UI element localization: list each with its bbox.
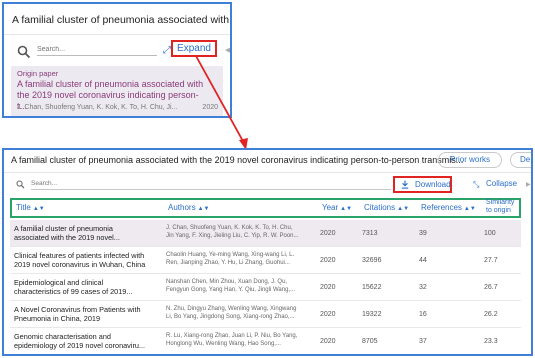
table-row[interactable]: A familial cluster of pneumonia associate… [10,220,521,247]
origin-paper-card[interactable]: Origin paper A familial cluster of pneum… [11,66,223,116]
collapsed-panel-title: A familial cluster of pneumonia associat… [12,14,232,26]
table-row[interactable]: Epidemiological and clinical characterist… [10,274,521,301]
download-label: Download [415,180,451,189]
column-similarity-label-2: to origin [486,207,511,214]
column-similarity-label: Similarity [486,199,515,206]
row-authors: Chaolin Huang, Ye-ming Wang, Xing-wang L… [166,252,295,266]
expanded-graph-panel: A familial cluster of pneumonia associat… [2,148,533,356]
row-year: 2020 [320,311,336,318]
row-title[interactable]: Clinical features of patients infected w… [14,251,145,269]
expanded-panel-title: A familial cluster of pneumonia associat… [11,155,464,165]
column-authors-label: Authors [168,203,196,212]
derivative-works-button[interactable]: De [510,152,531,168]
column-citations-label: Citations [364,203,396,212]
column-header-title[interactable]: Title ▲▼ [16,200,45,217]
divider [4,34,230,35]
column-title-label: Title [16,203,31,212]
sort-icon: ▲▼ [197,206,210,212]
column-references-label: References [421,203,462,212]
search-icon [16,180,25,189]
sort-icon: ▲▼ [340,206,353,212]
row-references: 39 [419,230,427,237]
table-row[interactable]: A Novel Coronavirus from Patients with Pn… [10,301,521,328]
row-citations: 7313 [362,230,378,237]
row-year: 2020 [320,257,336,264]
origin-paper-year: 2020 [202,104,218,111]
column-header-references[interactable]: References ▲▼ [421,200,476,217]
row-citations: 8705 [362,338,378,345]
download-button[interactable]: Download [393,176,452,193]
row-title[interactable]: A Novel Coronavirus from Patients with Pn… [14,305,141,323]
collapsed-graph-panel: A familial cluster of pneumonia associat… [2,2,232,118]
row-authors: J. Chan, Shuofeng Yuan, K. Kok, K. To, H… [166,225,299,239]
sort-icon: ▲▼ [397,206,410,212]
row-year: 2020 [320,284,336,291]
row-references: 37 [419,338,427,345]
expand-arrows-icon[interactable]: ⤢ [163,45,171,56]
table-search-input[interactable] [31,178,391,190]
prior-works-button[interactable]: Prior works [438,152,502,168]
row-title[interactable]: Genomic characterisation and epidemiology… [14,332,145,350]
row-references: 44 [419,257,427,264]
download-icon [401,180,409,189]
row-similarity: 27.7 [484,257,498,264]
row-similarity: 100 [484,230,496,237]
row-authors: N. Zhu, Dingyu Zhang, Wenling Wang, Xing… [166,306,297,320]
row-authors: R. Lu, Xiang-rong Zhao, Juan Li, P. Niu,… [166,333,298,347]
column-year-label: Year [322,203,339,212]
scroll-arrow-icon[interactable]: ◀ [225,46,230,54]
table-row[interactable]: Clinical features of patients infected w… [10,247,521,274]
row-references: 32 [419,284,427,291]
search-input[interactable] [37,43,157,56]
row-year: 2020 [320,338,336,345]
divider [4,172,531,173]
collapse-arrows-icon[interactable]: ⤡ [473,180,479,190]
scroll-arrow-icon[interactable]: ▶ [526,181,531,188]
table-row[interactable]: Genomic characterisation and epidemiology… [10,328,521,354]
origin-paper-authors: J. Chan, Shuofeng Yuan, K. Kok, K. To, H… [17,104,178,111]
row-citations: 19322 [362,311,382,318]
search-icon [17,45,31,59]
row-similarity: 23.3 [484,338,498,345]
column-header-year[interactable]: Year ▲▼ [322,200,352,217]
row-citations: 32696 [362,257,382,264]
row-title[interactable]: A familial cluster of pneumonia associate… [14,224,120,242]
sort-icon: ▲▼ [463,206,476,212]
row-year: 2020 [320,230,336,237]
origin-paper-label: Origin paper [17,69,59,78]
row-similarity: 26.2 [484,311,498,318]
row-similarity: 26.7 [484,284,498,291]
column-header-similarity[interactable]: Similarity to origin [486,199,514,215]
row-authors: Nanshan Chen, Min Zhou, Xuan Dong, J. Qu… [166,279,296,293]
row-citations: 15622 [362,284,382,291]
row-references: 16 [419,311,427,318]
papers-table: A familial cluster of pneumonia associate… [10,220,521,354]
column-header-citations[interactable]: Citations ▲▼ [364,200,409,217]
column-header-authors[interactable]: Authors ▲▼ [168,200,209,217]
sort-icon: ▲▼ [32,206,45,212]
collapse-button[interactable]: Collapse [486,179,517,188]
row-title[interactable]: Epidemiological and clinical characterist… [14,278,132,296]
table-header: Title ▲▼ Authors ▲▼ Year ▲▼ Citations ▲▼ Ref… [10,198,521,218]
expand-button[interactable]: Expand [171,40,217,57]
